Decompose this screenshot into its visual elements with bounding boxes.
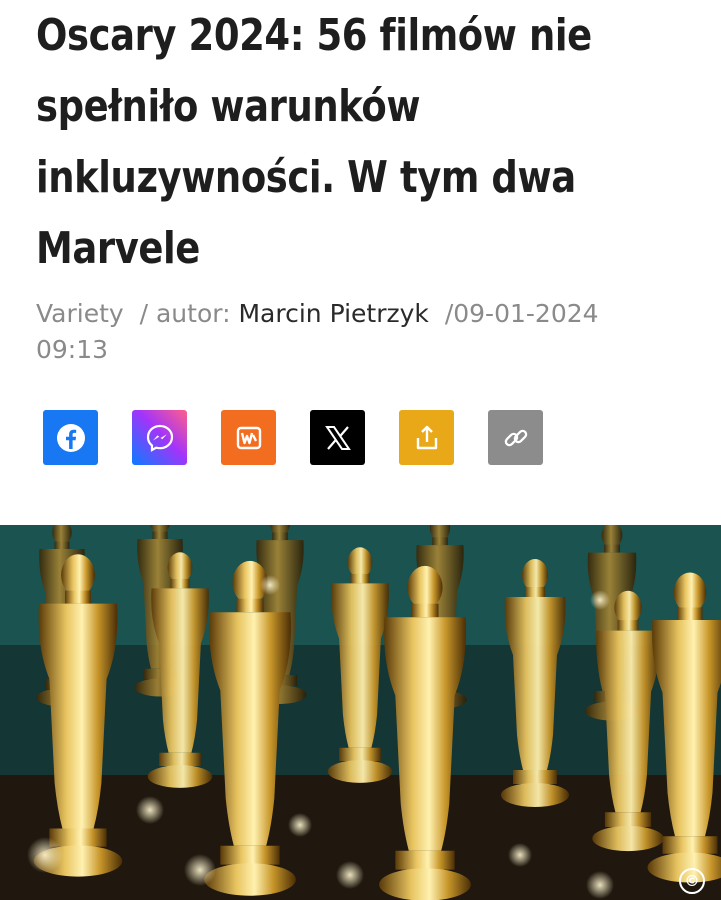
article-title: Oscary 2024: 56 filmów nie spełniło waru…: [36, 0, 700, 284]
x-icon: [324, 425, 351, 450]
oscar-statuettes-image: [0, 525, 721, 900]
share-bar: [43, 410, 543, 465]
author-name-link[interactable]: Marcin Pietrzyk: [238, 299, 428, 328]
meta-separator: /: [139, 299, 149, 328]
article-title-line: spełniło warunków: [36, 81, 421, 132]
article-title-line: inkluzywności. W tym dwa: [36, 152, 576, 203]
wykop-icon: [236, 426, 261, 449]
messenger-share-button[interactable]: [132, 410, 187, 465]
meta-separator: [132, 299, 140, 328]
article-title-line: Marvele: [36, 223, 200, 274]
facebook-share-button[interactable]: [43, 410, 98, 465]
link-icon: [504, 429, 527, 446]
article-meta: Variety / autor: Marcin Pietrzyk /09-01-…: [36, 296, 696, 368]
meta-separator: [437, 299, 445, 328]
article-title-line: Oscary 2024: 56 filmów nie: [36, 10, 592, 61]
x-share-button[interactable]: [310, 410, 365, 465]
messenger-icon: [146, 424, 173, 452]
source-link[interactable]: Variety: [36, 299, 124, 328]
copy-link-button[interactable]: [488, 410, 543, 465]
facebook-icon: [56, 423, 85, 452]
author-prefix: autor:: [155, 299, 231, 328]
meta-separator: /: [444, 299, 454, 328]
hero-image: ©: [0, 525, 721, 900]
wykop-share-button[interactable]: [221, 410, 276, 465]
copyright-mark: ©: [679, 868, 705, 894]
publish-date: 09-01-2024: [453, 299, 599, 328]
share-button[interactable]: [399, 410, 454, 465]
share-icon: [416, 425, 437, 449]
publish-time: 09:13: [36, 335, 109, 364]
